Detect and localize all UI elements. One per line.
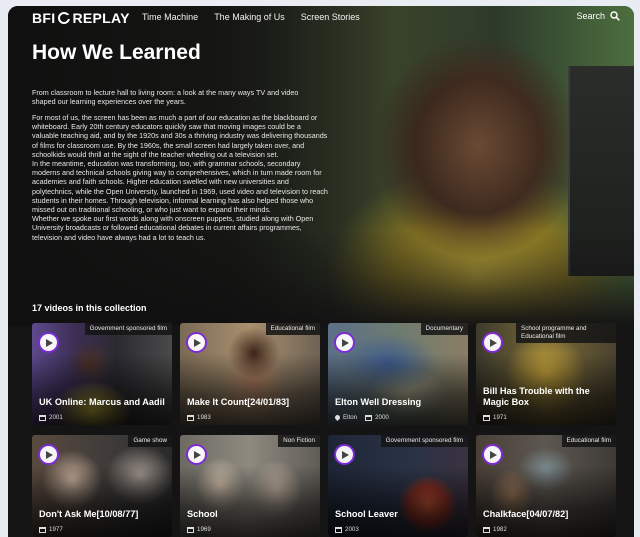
video-year: 1969 [197, 526, 211, 533]
video-grid: Government sponsored film UK Online: Mar… [32, 323, 622, 537]
page-frame: BFI REPLAY Time Machine The Making of Us… [8, 6, 634, 537]
category-badge: Educational film [561, 435, 616, 447]
nav-link-time-machine[interactable]: Time Machine [142, 12, 198, 22]
calendar-icon [187, 414, 194, 421]
play-icon[interactable] [334, 444, 355, 465]
video-year: 2001 [49, 414, 63, 421]
description-paragraph: In the meantime, education was transform… [32, 159, 328, 215]
logo-ring-icon [58, 12, 72, 24]
video-year: 1971 [493, 414, 507, 421]
play-icon[interactable] [38, 444, 59, 465]
nav-link-screen-stories[interactable]: Screen Stories [301, 12, 360, 22]
page-title: How We Learned [32, 41, 201, 64]
video-card[interactable]: Non Fiction School 1969 [180, 435, 320, 537]
logo-bfi-text: BFI [32, 10, 56, 26]
nav-link-making-of-us[interactable]: The Making of Us [214, 12, 285, 22]
calendar-icon [365, 414, 373, 421]
video-meta: 1983 [187, 414, 211, 421]
top-nav: BFI REPLAY Time Machine The Making of Us… [8, 6, 634, 30]
play-icon[interactable] [38, 332, 59, 353]
category-badge: Government sponsored film [380, 435, 468, 447]
video-meta: Elton 2000 [333, 413, 389, 422]
calendar-icon [187, 526, 194, 533]
video-title[interactable]: Bill Has Trouble with the Magic Box [483, 386, 610, 408]
location-pin-icon [333, 413, 342, 422]
page-intro: From classroom to lecture hall to living… [32, 88, 299, 107]
search-icon [610, 11, 620, 21]
video-title[interactable]: Don't Ask Me[10/08/77] [39, 509, 166, 520]
bfi-replay-logo[interactable]: BFI REPLAY [32, 10, 130, 26]
video-card[interactable]: Educational film Make It Count[24/01/83]… [180, 323, 320, 425]
video-card[interactable]: Government sponsored film UK Online: Mar… [32, 323, 172, 425]
calendar-icon [335, 526, 342, 533]
video-meta: 1969 [187, 526, 211, 533]
nav-links: Time Machine The Making of Us Screen Sto… [142, 12, 376, 22]
category-badge: Government sponsored film [84, 323, 172, 335]
video-card[interactable]: Educational film Chalkface[04/07/82] 198… [476, 435, 616, 537]
calendar-icon [483, 414, 490, 421]
logo-replay-text: REPLAY [72, 10, 130, 26]
video-title[interactable]: Elton Well Dressing [335, 397, 462, 408]
video-meta: 2003 [335, 526, 359, 533]
video-year: 1982 [493, 526, 507, 533]
category-badge: Educational film [265, 323, 320, 335]
video-meta: 1977 [39, 526, 63, 533]
video-year: 1983 [197, 414, 211, 421]
category-badge: School programme and Educational film [516, 323, 616, 343]
category-badge: Game show [128, 435, 172, 447]
video-year: 1977 [49, 526, 63, 533]
video-card[interactable]: School programme and Educational film Bi… [476, 323, 616, 425]
video-card[interactable]: Government sponsored film School Leaver … [328, 435, 468, 537]
search-button[interactable]: Search [576, 11, 620, 21]
play-icon[interactable] [482, 444, 503, 465]
category-badge: Non Fiction [278, 435, 320, 447]
calendar-icon [483, 526, 490, 533]
video-title[interactable]: UK Online: Marcus and Aadil [39, 397, 166, 408]
calendar-icon [39, 526, 46, 533]
category-badge: Documentary [420, 323, 468, 335]
page-description: For most of us, the screen has been as m… [32, 113, 328, 242]
video-title[interactable]: School Leaver [335, 509, 462, 520]
play-icon[interactable] [186, 332, 207, 353]
search-label: Search [576, 11, 605, 21]
video-title[interactable]: Make It Count[24/01/83] [187, 397, 314, 408]
video-year: 2003 [345, 526, 359, 533]
play-icon[interactable] [482, 332, 503, 353]
video-title[interactable]: School [187, 509, 314, 520]
video-location: Elton [343, 414, 358, 421]
collection-count: 17 videos in this collection [32, 303, 147, 313]
video-year: 2000 [375, 414, 389, 421]
video-meta: 1971 [483, 414, 507, 421]
video-meta: 2001 [39, 414, 63, 421]
play-icon[interactable] [334, 332, 355, 353]
play-icon[interactable] [186, 444, 207, 465]
calendar-icon [39, 414, 46, 421]
video-card[interactable]: Documentary Elton Well Dressing Elton 20… [328, 323, 468, 425]
video-card[interactable]: Game show Don't Ask Me[10/08/77] 1977 [32, 435, 172, 537]
description-paragraph: For most of us, the screen has been as m… [32, 113, 328, 159]
description-paragraph: Whether we spoke our first words along w… [32, 214, 314, 242]
video-title[interactable]: Chalkface[04/07/82] [483, 509, 610, 520]
video-meta: 1982 [483, 526, 507, 533]
